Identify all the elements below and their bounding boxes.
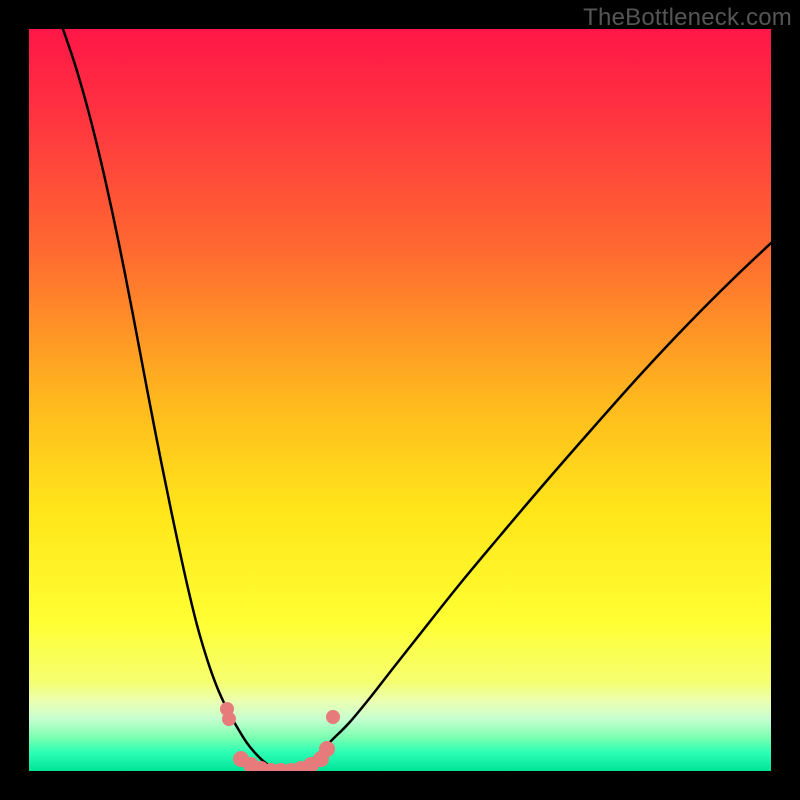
data-marker <box>319 741 335 757</box>
data-marker <box>222 712 236 726</box>
data-marker <box>326 710 340 724</box>
chart-frame: TheBottleneck.com <box>0 0 800 800</box>
watermark-text: TheBottleneck.com <box>583 4 792 32</box>
chart-svg <box>29 29 771 771</box>
plot-area <box>29 29 771 771</box>
